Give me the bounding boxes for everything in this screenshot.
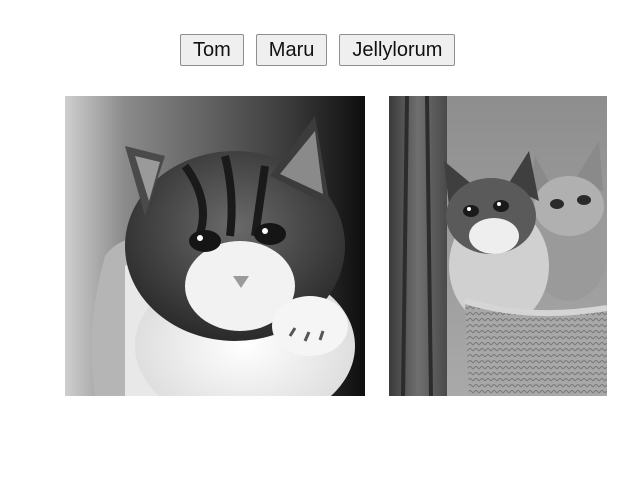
kitten-image — [65, 96, 365, 396]
maru-button[interactable]: Maru — [255, 34, 328, 66]
kitten-photo[interactable] — [65, 96, 365, 396]
cat-name-buttons: Tom Maru Jellylorum — [180, 34, 456, 66]
two-kittens-image — [389, 96, 607, 396]
jellylorum-button[interactable]: Jellylorum — [339, 34, 456, 66]
page: Tom Maru Jellylorum — [0, 0, 633, 494]
tom-button[interactable]: Tom — [180, 34, 244, 66]
two-kittens-photo[interactable] — [389, 96, 607, 396]
cat-image-gallery — [65, 96, 607, 396]
